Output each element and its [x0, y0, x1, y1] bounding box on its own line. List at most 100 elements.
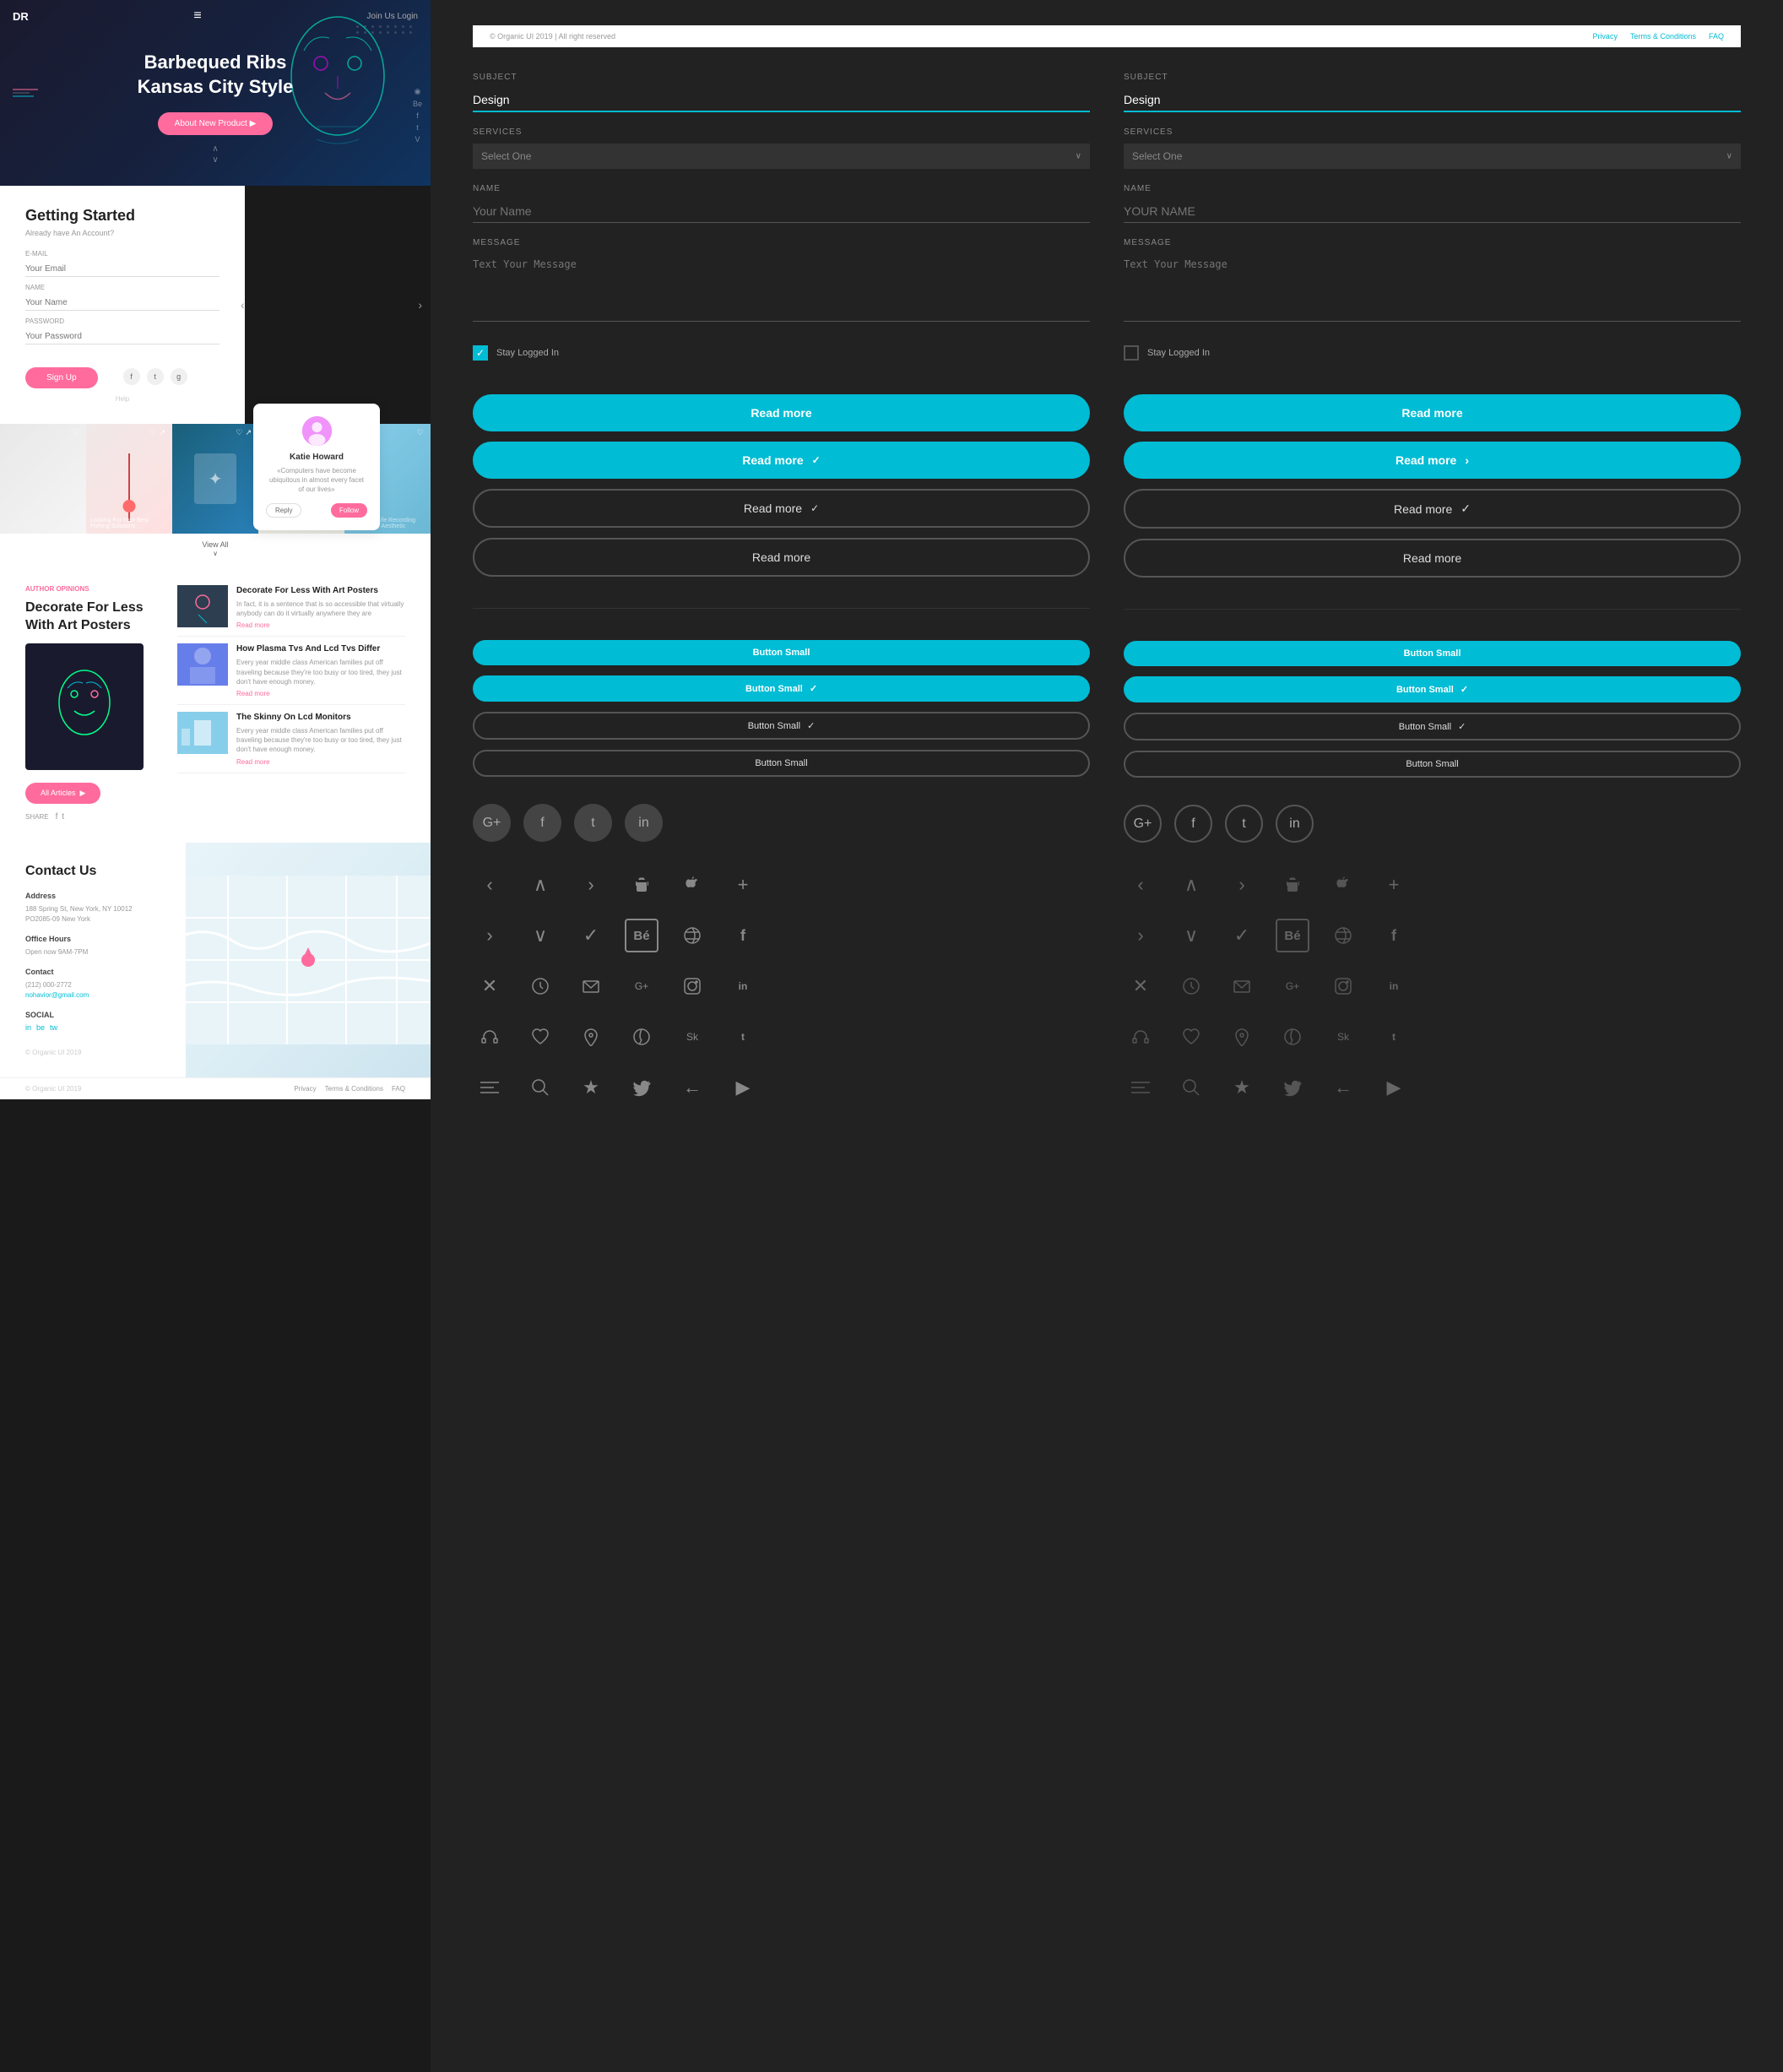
gs-help[interactable]: Help — [25, 395, 219, 403]
btn-small-8[interactable]: Button Small — [1124, 751, 1741, 778]
googleplus-icon[interactable]: G+ — [625, 969, 658, 1003]
linkedin-icon[interactable]: in — [726, 969, 760, 1003]
chevron-right-icon[interactable]: › — [574, 868, 608, 902]
read-more-btn-8[interactable]: Read more — [1124, 539, 1741, 578]
behance-icon[interactable]: Bé — [625, 919, 658, 952]
close-icon[interactable]: ✕ — [473, 969, 507, 1003]
share-icon-3[interactable]: ↗ — [245, 428, 252, 437]
hero-up-arrow[interactable]: ∧ — [212, 144, 218, 154]
social-linkedin-outline[interactable]: in — [1276, 805, 1314, 843]
top-privacy[interactable]: Privacy — [1592, 32, 1618, 41]
signup-button[interactable]: Sign Up — [25, 367, 98, 388]
gs-name-input[interactable] — [25, 296, 219, 311]
btn-small-1[interactable]: Button Small — [473, 640, 1090, 665]
footer-privacy[interactable]: Privacy — [294, 1085, 316, 1093]
social-facebook-filled[interactable]: f — [523, 804, 561, 842]
form1-subject-input[interactable] — [473, 89, 1090, 112]
heart-r-icon[interactable] — [1174, 1020, 1208, 1054]
back-arrow-icon[interactable]: ← — [675, 1071, 709, 1104]
dribbble-icon[interactable] — [675, 919, 709, 952]
chevron-down-r-icon[interactable]: ∨ — [1174, 919, 1208, 952]
social-vimeo[interactable]: V — [415, 135, 420, 144]
form2-name-input[interactable] — [1124, 200, 1741, 223]
social-facebook-outline[interactable]: f — [1174, 805, 1212, 843]
dribbble-r-icon[interactable] — [1326, 919, 1360, 952]
read-more-2[interactable]: Read more — [236, 690, 405, 697]
btn-small-5[interactable]: Button Small — [1124, 641, 1741, 666]
form2-message-input[interactable] — [1124, 254, 1741, 322]
follow-button[interactable]: Follow — [331, 503, 367, 518]
read-more-btn-5[interactable]: Read more — [1124, 394, 1741, 431]
twitter-bird-icon[interactable] — [625, 1071, 658, 1104]
menu-icon[interactable] — [473, 1071, 507, 1104]
hero-nav-links[interactable]: Join Us Login — [366, 12, 418, 21]
like-icon-2[interactable]: ♡ — [149, 428, 156, 437]
read-more-btn-3[interactable]: Read more ✓ — [473, 489, 1090, 528]
search-r-icon[interactable] — [1174, 1071, 1208, 1104]
tumblr-r-icon[interactable]: t — [1377, 1020, 1411, 1054]
social-twitter-outline[interactable]: t — [1225, 805, 1263, 843]
social-twitter-small[interactable]: t — [147, 368, 164, 385]
heart-icon[interactable] — [523, 1020, 557, 1054]
read-more-btn-6[interactable]: Read more › — [1124, 442, 1741, 479]
social-google-outline[interactable]: G+ — [1124, 805, 1162, 843]
footer-terms[interactable]: Terms & Conditions — [325, 1085, 383, 1093]
carousel-right-arrow[interactable]: › — [418, 298, 422, 312]
social-google-small[interactable]: g — [171, 368, 187, 385]
facebook-bold-icon[interactable]: f — [726, 919, 760, 952]
hero-cta-button[interactable]: About New Product ▶ — [158, 112, 274, 135]
form2-services-select[interactable]: Select One Design Development — [1124, 144, 1741, 169]
top-terms[interactable]: Terms & Conditions — [1630, 32, 1696, 41]
view-all[interactable]: View All ∨ — [0, 534, 431, 564]
form1-name-input[interactable] — [473, 200, 1090, 223]
gs-password-input[interactable] — [25, 329, 219, 344]
read-more-btn-7[interactable]: Read more ✓ — [1124, 489, 1741, 529]
social-link-twitter[interactable]: tw — [50, 1023, 57, 1032]
read-more-1[interactable]: Read more — [236, 621, 405, 629]
chevron-right-2-icon[interactable]: › — [473, 919, 507, 952]
btn-small-3[interactable]: Button Small ✓ — [473, 712, 1090, 740]
tumblr-icon[interactable]: t — [726, 1020, 760, 1054]
form2-subject-input[interactable] — [1124, 89, 1741, 112]
read-more-3[interactable]: Read more — [236, 758, 405, 766]
chevron-right-r-icon[interactable]: › — [1225, 868, 1259, 902]
social-link-linkedin[interactable]: in — [25, 1023, 31, 1032]
back-arrow-r-icon[interactable]: ← — [1326, 1071, 1360, 1104]
hero-down-arrow[interactable]: ∨ — [212, 155, 218, 165]
instagram-r-icon[interactable] — [1326, 969, 1360, 1003]
contact-email[interactable]: nohavior@gmail.com — [25, 990, 160, 1001]
skype-r-icon[interactable]: Sk — [1326, 1020, 1360, 1054]
chevron-up-icon[interactable]: ∧ — [523, 868, 557, 902]
skype-icon[interactable]: Sk — [675, 1020, 709, 1054]
close-r-icon[interactable]: ✕ — [1124, 969, 1157, 1003]
social-instagram[interactable]: ◉ — [415, 87, 421, 96]
play-icon[interactable]: ▶ — [726, 1071, 760, 1104]
search-icon[interactable] — [523, 1071, 557, 1104]
social-twitter[interactable]: t — [416, 123, 419, 132]
form1-message-input[interactable] — [473, 254, 1090, 322]
form1-services-select[interactable]: Select One Design Development Marketing — [473, 144, 1090, 169]
share-icon-2[interactable]: ↗ — [159, 428, 165, 437]
star-icon[interactable]: ★ — [574, 1071, 608, 1104]
btn-small-6[interactable]: Button Small ✓ — [1124, 676, 1741, 702]
chevron-down-icon[interactable]: ∨ — [523, 919, 557, 952]
all-articles-button[interactable]: All Articles ▶ — [25, 783, 100, 804]
play-r-icon[interactable]: ▶ — [1377, 1071, 1411, 1104]
social-facebook-small[interactable]: f — [123, 368, 140, 385]
social-link-behance[interactable]: be — [36, 1023, 45, 1032]
star-r-icon[interactable]: ★ — [1225, 1071, 1259, 1104]
read-more-btn-2[interactable]: Read more ✓ — [473, 442, 1090, 479]
mail-r-icon[interactable] — [1225, 969, 1259, 1003]
plus-icon[interactable]: + — [726, 868, 760, 902]
chevron-left-r-icon[interactable]: ‹ — [1124, 868, 1157, 902]
pinterest-r-icon[interactable] — [1276, 1020, 1309, 1054]
footer-faq[interactable]: FAQ — [392, 1085, 405, 1093]
chevron-up-r-icon[interactable]: ∧ — [1174, 868, 1208, 902]
chevron-left-icon[interactable]: ‹ — [473, 868, 507, 902]
form1-checkbox[interactable]: ✓ — [473, 345, 488, 361]
share-facebook[interactable]: f — [56, 812, 58, 822]
twitter-r-icon[interactable] — [1276, 1071, 1309, 1104]
like-icon-1[interactable]: ♡ — [72, 428, 79, 437]
chevron-right-r2-icon[interactable]: › — [1124, 919, 1157, 952]
nav-menu-icon[interactable]: ≡ — [193, 8, 201, 24]
